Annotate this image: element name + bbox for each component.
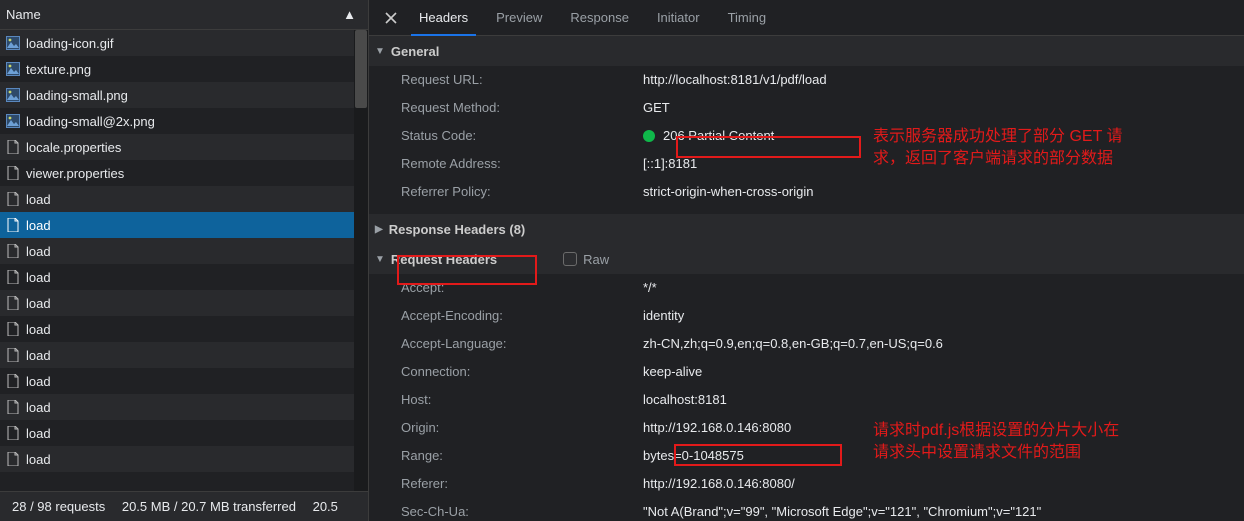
list-item[interactable]: load xyxy=(0,290,368,316)
image-file-icon xyxy=(6,114,20,128)
row-referrer-policy: Referrer Policy: strict-origin-when-cros… xyxy=(369,178,1244,206)
section-request-headers[interactable]: ▼ Request Headers Raw xyxy=(369,244,1244,274)
section-general-title: General xyxy=(391,44,439,59)
list-item[interactable]: load xyxy=(0,238,368,264)
document-file-icon xyxy=(6,270,20,284)
request-detail-panel: Headers Preview Response Initiator Timin… xyxy=(369,0,1244,521)
scrollbar-thumb[interactable] xyxy=(355,30,367,108)
tab-headers[interactable]: Headers xyxy=(405,0,482,36)
annotation-text-status-l2: 求，返回了客户端请求的部分数据 xyxy=(873,148,1113,170)
headers-content: ▼ General Request URL: http://localhost:… xyxy=(369,36,1244,521)
checkbox-icon xyxy=(563,252,577,266)
list-item-label: load xyxy=(26,348,51,363)
list-item-label: loading-icon.gif xyxy=(26,36,113,51)
document-file-icon xyxy=(6,296,20,310)
list-item[interactable]: viewer.properties xyxy=(0,160,368,186)
name-column-label: Name xyxy=(6,7,41,22)
list-item-label: load xyxy=(26,374,51,389)
tab-timing[interactable]: Timing xyxy=(714,0,781,36)
list-item-label: load xyxy=(26,426,51,441)
list-item[interactable]: load xyxy=(0,394,368,420)
list-item[interactable]: load xyxy=(0,186,368,212)
list-item-label: viewer.properties xyxy=(26,166,124,181)
network-status-bar: 28 / 98 requests 20.5 MB / 20.7 MB trans… xyxy=(0,491,368,521)
row-sec-ch-ua: Sec-Ch-Ua: "Not A(Brand";v="99", "Micros… xyxy=(369,498,1244,521)
tab-response[interactable]: Response xyxy=(556,0,643,36)
list-item-label: load xyxy=(26,192,51,207)
status-code-value: 206 Partial Content xyxy=(663,126,774,146)
chevron-down-icon: ▼ xyxy=(375,254,385,265)
document-file-icon xyxy=(6,400,20,414)
list-item-label: load xyxy=(26,322,51,337)
name-column-header[interactable]: Name ▲ xyxy=(0,0,368,30)
list-item-label: load xyxy=(26,400,51,415)
list-item[interactable]: load xyxy=(0,368,368,394)
list-item[interactable]: load xyxy=(0,342,368,368)
tab-initiator[interactable]: Initiator xyxy=(643,0,714,36)
network-status-text: 28 / 98 requests 20.5 MB / 20.7 MB trans… xyxy=(12,499,338,514)
annotation-text-status-l1: 表示服务器成功处理了部分 GET 请 xyxy=(873,126,1123,148)
row-accept-language: Accept-Language: zh-CN,zh;q=0.9,en;q=0.8… xyxy=(369,330,1244,358)
section-response-headers-title: Response Headers (8) xyxy=(389,222,526,237)
document-file-icon xyxy=(6,348,20,362)
row-accept: Accept: */* xyxy=(369,274,1244,302)
section-general[interactable]: ▼ General xyxy=(369,36,1244,66)
annotation-text-range-l1: 请求时pdf.js根据设置的分片大小在 xyxy=(873,420,1119,442)
row-host: Host: localhost:8181 xyxy=(369,386,1244,414)
row-connection: Connection: keep-alive xyxy=(369,358,1244,386)
document-file-icon xyxy=(6,426,20,440)
document-file-icon xyxy=(6,140,20,154)
list-item[interactable]: load xyxy=(0,446,368,472)
request-rows: loading-icon.gif texture.png loading-sma… xyxy=(0,30,368,491)
list-item-label: loading-small@2x.png xyxy=(26,114,155,129)
document-file-icon xyxy=(6,452,20,466)
sort-ascending-icon[interactable]: ▲ xyxy=(343,7,356,22)
detail-tabs-bar: Headers Preview Response Initiator Timin… xyxy=(369,0,1244,36)
row-accept-encoding: Accept-Encoding: identity xyxy=(369,302,1244,330)
raw-toggle-label: Raw xyxy=(583,252,609,267)
list-item-label: texture.png xyxy=(26,62,91,77)
status-ok-icon xyxy=(643,130,655,142)
image-file-icon xyxy=(6,36,20,50)
raw-toggle[interactable]: Raw xyxy=(563,252,609,267)
list-item[interactable]: load xyxy=(0,264,368,290)
chevron-down-icon: ▼ xyxy=(375,46,385,57)
annotation-text-range-l2: 请求头中设置请求文件的范围 xyxy=(873,442,1081,464)
document-file-icon xyxy=(6,374,20,388)
row-request-url: Request URL: http://localhost:8181/v1/pd… xyxy=(369,66,1244,94)
list-item-label: load xyxy=(26,296,51,311)
list-item[interactable]: texture.png xyxy=(0,56,368,82)
list-item-label: load xyxy=(26,218,51,233)
tab-preview[interactable]: Preview xyxy=(482,0,556,36)
network-request-list-panel: Name ▲ loading-icon.gif texture.png load… xyxy=(0,0,369,521)
chevron-right-icon: ▶ xyxy=(375,224,383,235)
close-detail-button[interactable] xyxy=(377,4,405,32)
document-file-icon xyxy=(6,244,20,258)
document-file-icon xyxy=(6,192,20,206)
document-file-icon xyxy=(6,218,20,232)
list-item[interactable]: loading-small.png xyxy=(0,82,368,108)
scrollbar-track[interactable] xyxy=(354,30,368,491)
list-item-label: load xyxy=(26,244,51,259)
image-file-icon xyxy=(6,88,20,102)
document-file-icon xyxy=(6,166,20,180)
section-request-headers-title: Request Headers xyxy=(391,252,497,267)
row-referer: Referer: http://192.168.0.146:8080/ xyxy=(369,470,1244,498)
list-item[interactable]: loading-icon.gif xyxy=(0,30,368,56)
section-response-headers[interactable]: ▶ Response Headers (8) xyxy=(369,214,1244,244)
list-item[interactable]: load xyxy=(0,316,368,342)
list-item[interactable]: load xyxy=(0,420,368,446)
list-item-label: loading-small.png xyxy=(26,88,128,103)
row-range: Range: bytes=0-1048575 xyxy=(369,442,1244,470)
list-item[interactable]: locale.properties xyxy=(0,134,368,160)
list-item[interactable]: loading-small@2x.png xyxy=(0,108,368,134)
list-item-label: load xyxy=(26,452,51,467)
image-file-icon xyxy=(6,62,20,76)
document-file-icon xyxy=(6,322,20,336)
row-request-method: Request Method: GET xyxy=(369,94,1244,122)
close-icon xyxy=(384,11,398,25)
list-item-label: load xyxy=(26,270,51,285)
list-item[interactable]: load xyxy=(0,212,368,238)
list-item-label: locale.properties xyxy=(26,140,121,155)
